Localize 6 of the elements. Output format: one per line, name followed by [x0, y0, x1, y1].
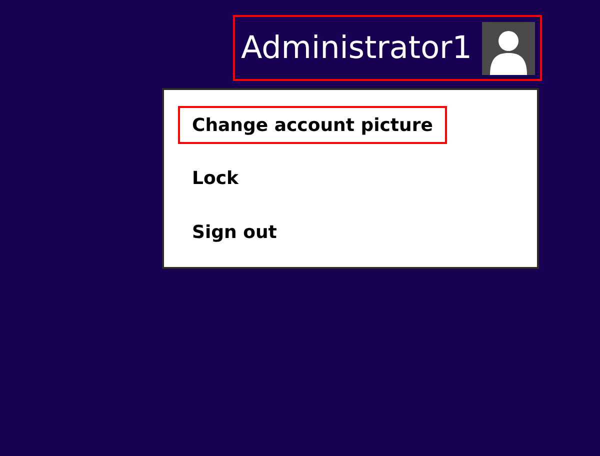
menu-item[interactable]: Change account picture	[178, 106, 447, 144]
account-button[interactable]: Administrator1	[232, 15, 542, 81]
user-avatar-icon	[482, 22, 535, 74]
menu-item[interactable]: Sign out	[178, 213, 291, 252]
account-name: Administrator1	[240, 32, 472, 64]
menu-item[interactable]: Lock	[178, 160, 252, 198]
